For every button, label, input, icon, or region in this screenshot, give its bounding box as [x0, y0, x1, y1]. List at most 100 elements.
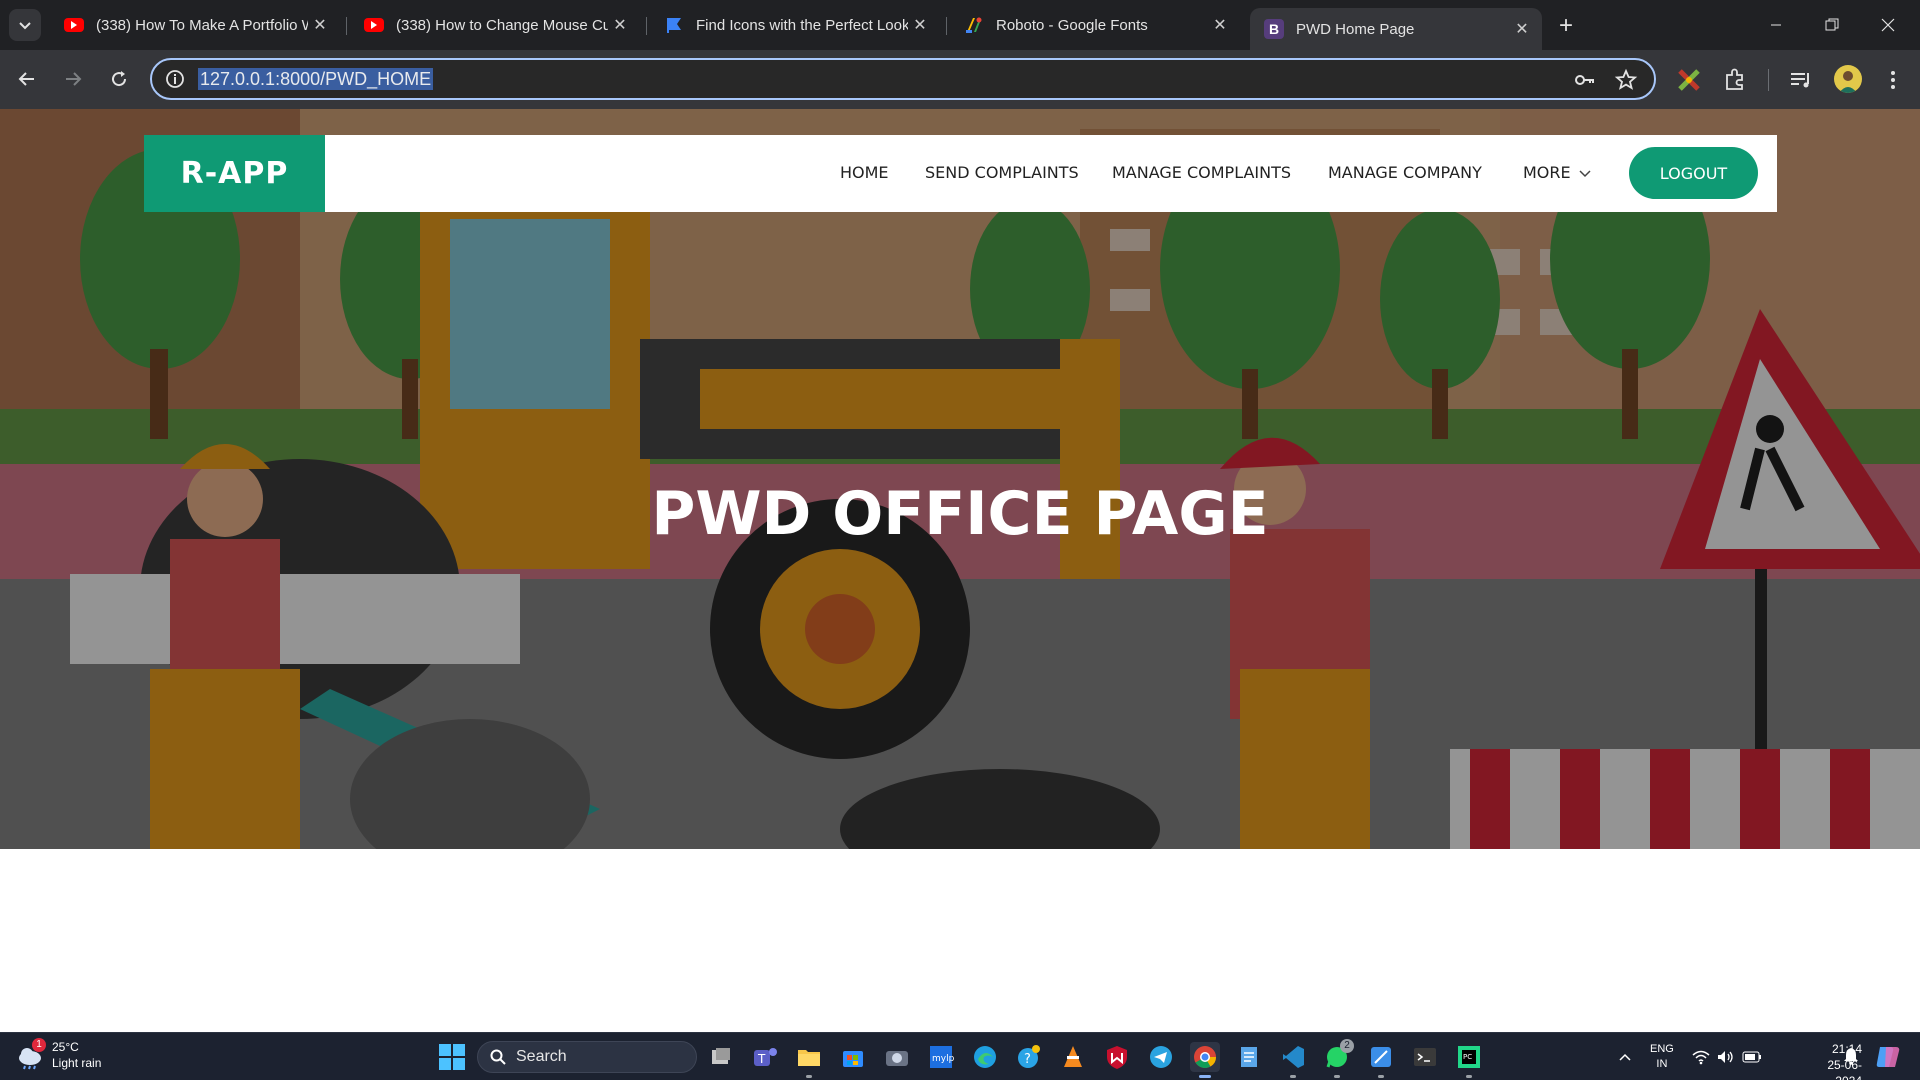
whatsapp-app[interactable]: 2: [1322, 1039, 1354, 1078]
tab-title: PWD Home Page: [1296, 20, 1415, 38]
chevron-up-icon[interactable]: [1618, 1051, 1632, 1063]
close-icon[interactable]: ✕: [1208, 13, 1232, 37]
notification-bell-icon[interactable]: [1843, 1047, 1859, 1065]
camera-app[interactable]: [882, 1042, 912, 1072]
address-bar[interactable]: 127.0.0.1:8000/PWD_HOME: [150, 58, 1656, 100]
mcafee-app[interactable]: [1102, 1042, 1132, 1072]
weather-badge: 1: [32, 1038, 46, 1052]
arrow-left-icon: [18, 72, 34, 86]
youtube-icon: [64, 18, 84, 32]
snipping-tool-app[interactable]: [1366, 1042, 1396, 1078]
notepad-app[interactable]: [1234, 1042, 1264, 1072]
copilot-icon[interactable]: [1874, 1043, 1902, 1071]
pycharm-app[interactable]: PC: [1454, 1042, 1484, 1078]
svg-text:?: ?: [1024, 1052, 1031, 1067]
url-text[interactable]: 127.0.0.1:8000/PWD_HOME: [198, 68, 434, 90]
tab-separator: [646, 17, 647, 35]
close-icon[interactable]: ✕: [308, 13, 332, 37]
minimize-button[interactable]: [1748, 0, 1804, 50]
mylp-app[interactable]: mylp: [926, 1042, 956, 1072]
info-icon[interactable]: [164, 68, 186, 90]
web-page: PWD OFFICE PAGE R-APP HOME SEND COMPLAIN…: [0, 109, 1920, 1032]
volume-icon: [1718, 1051, 1733, 1063]
telegram-app[interactable]: [1146, 1042, 1176, 1072]
weather-desc: Light rain: [52, 1056, 102, 1070]
google-fonts-icon: [964, 15, 984, 35]
pycharm-icon: PC: [1458, 1046, 1480, 1068]
nav-send-complaints[interactable]: SEND COMPLAINTS: [925, 163, 1079, 182]
flag-icon: [664, 15, 684, 35]
lang-line1: ENG: [1650, 1043, 1674, 1055]
minimize-icon: [1771, 24, 1781, 26]
chrome-app[interactable]: [1190, 1042, 1220, 1078]
youtube-icon: [364, 18, 384, 32]
close-window-button[interactable]: [1860, 0, 1916, 50]
search-icon: [490, 1049, 506, 1065]
wifi-icon: [1692, 1050, 1710, 1065]
nav-home[interactable]: HOME: [840, 163, 889, 182]
new-tab-button[interactable]: +: [1552, 12, 1580, 40]
task-view-app[interactable]: [706, 1042, 736, 1072]
shield-icon: [1107, 1046, 1127, 1069]
site-logo[interactable]: R-APP: [144, 135, 325, 212]
tab-mouse-cursor[interactable]: (338) How to Change Mouse Cu ✕: [350, 8, 640, 42]
back-button[interactable]: [10, 62, 44, 96]
notepad-icon: [1241, 1047, 1257, 1067]
terminal-icon: [1414, 1048, 1436, 1066]
nav-manage-complaints[interactable]: MANAGE COMPLAINTS: [1112, 163, 1291, 182]
svg-text:PC: PC: [1463, 1053, 1472, 1061]
browser-toolbar: 127.0.0.1:8000/PWD_HOME: [0, 50, 1920, 109]
vlc-cone-icon: [1064, 1046, 1082, 1067]
file-explorer-app[interactable]: [794, 1042, 824, 1078]
close-icon: [1881, 18, 1895, 32]
vscode-app[interactable]: [1278, 1042, 1308, 1078]
tab-find-icons[interactable]: Find Icons with the Perfect Look ✕: [650, 8, 940, 42]
tab-search-button[interactable]: [9, 9, 41, 41]
star-icon[interactable]: [1614, 68, 1638, 92]
arrow-right-icon: [66, 72, 82, 86]
language-indicator[interactable]: ENG IN: [1650, 1033, 1674, 1081]
vscode-icon: [1283, 1046, 1304, 1068]
nav-more-dropdown[interactable]: MORE: [1523, 163, 1591, 182]
nav-manage-company[interactable]: MANAGE COMPANY: [1328, 163, 1482, 182]
profile-avatar[interactable]: [1834, 65, 1862, 93]
vlc-app[interactable]: [1058, 1042, 1088, 1072]
tab-portfolio[interactable]: (338) How To Make A Portfolio W ✕: [50, 8, 340, 42]
chevron-down-icon: [1579, 169, 1591, 177]
close-icon[interactable]: ✕: [608, 13, 632, 37]
tab-pwd-home[interactable]: B PWD Home Page ✕: [1250, 8, 1542, 50]
battery-icon: [1742, 1051, 1761, 1063]
weather-temp: 25°C: [52, 1040, 79, 1054]
close-icon[interactable]: ✕: [908, 13, 932, 37]
help-icon: ?: [1018, 1045, 1040, 1068]
tab-roboto-fonts[interactable]: Roboto - Google Fonts ✕: [950, 8, 1240, 42]
restore-icon: [1825, 18, 1839, 31]
teams-app[interactable]: T: [750, 1042, 780, 1072]
menu-dots-icon[interactable]: [1880, 67, 1906, 93]
windows-taskbar: 1 25°C Light rain Search T mylp ? 2 PC E…: [0, 1032, 1920, 1088]
forward-button[interactable]: [56, 62, 90, 96]
reload-button[interactable]: [102, 62, 136, 96]
camera-icon: [886, 1051, 908, 1066]
telegram-icon: [1150, 1046, 1172, 1068]
help-app[interactable]: ?: [1014, 1042, 1044, 1072]
logout-button[interactable]: LOGOUT: [1629, 147, 1758, 199]
media-control-icon[interactable]: [1788, 67, 1814, 93]
extension-tool-icon[interactable]: [1676, 67, 1702, 93]
close-icon[interactable]: ✕: [1510, 17, 1534, 41]
windows-start-icon[interactable]: [438, 1043, 466, 1071]
tab-separator: [346, 17, 347, 35]
extensions-puzzle-icon[interactable]: [1722, 67, 1748, 93]
taskbar-search[interactable]: Search: [477, 1041, 697, 1073]
tab-title: (338) How To Make A Portfolio W: [96, 16, 308, 34]
restore-button[interactable]: [1804, 0, 1860, 50]
password-key-icon[interactable]: [1572, 68, 1596, 92]
tab-title: Find Icons with the Perfect Look: [696, 16, 908, 34]
weather-widget[interactable]: 1 25°C Light rain: [16, 1038, 102, 1071]
edge-app[interactable]: [970, 1042, 1000, 1072]
system-tray-status[interactable]: [1692, 1033, 1762, 1081]
svg-text:T: T: [757, 1052, 766, 1066]
store-app[interactable]: [838, 1042, 868, 1072]
terminal-app[interactable]: [1410, 1042, 1440, 1072]
mylp-icon: mylp: [930, 1046, 954, 1068]
